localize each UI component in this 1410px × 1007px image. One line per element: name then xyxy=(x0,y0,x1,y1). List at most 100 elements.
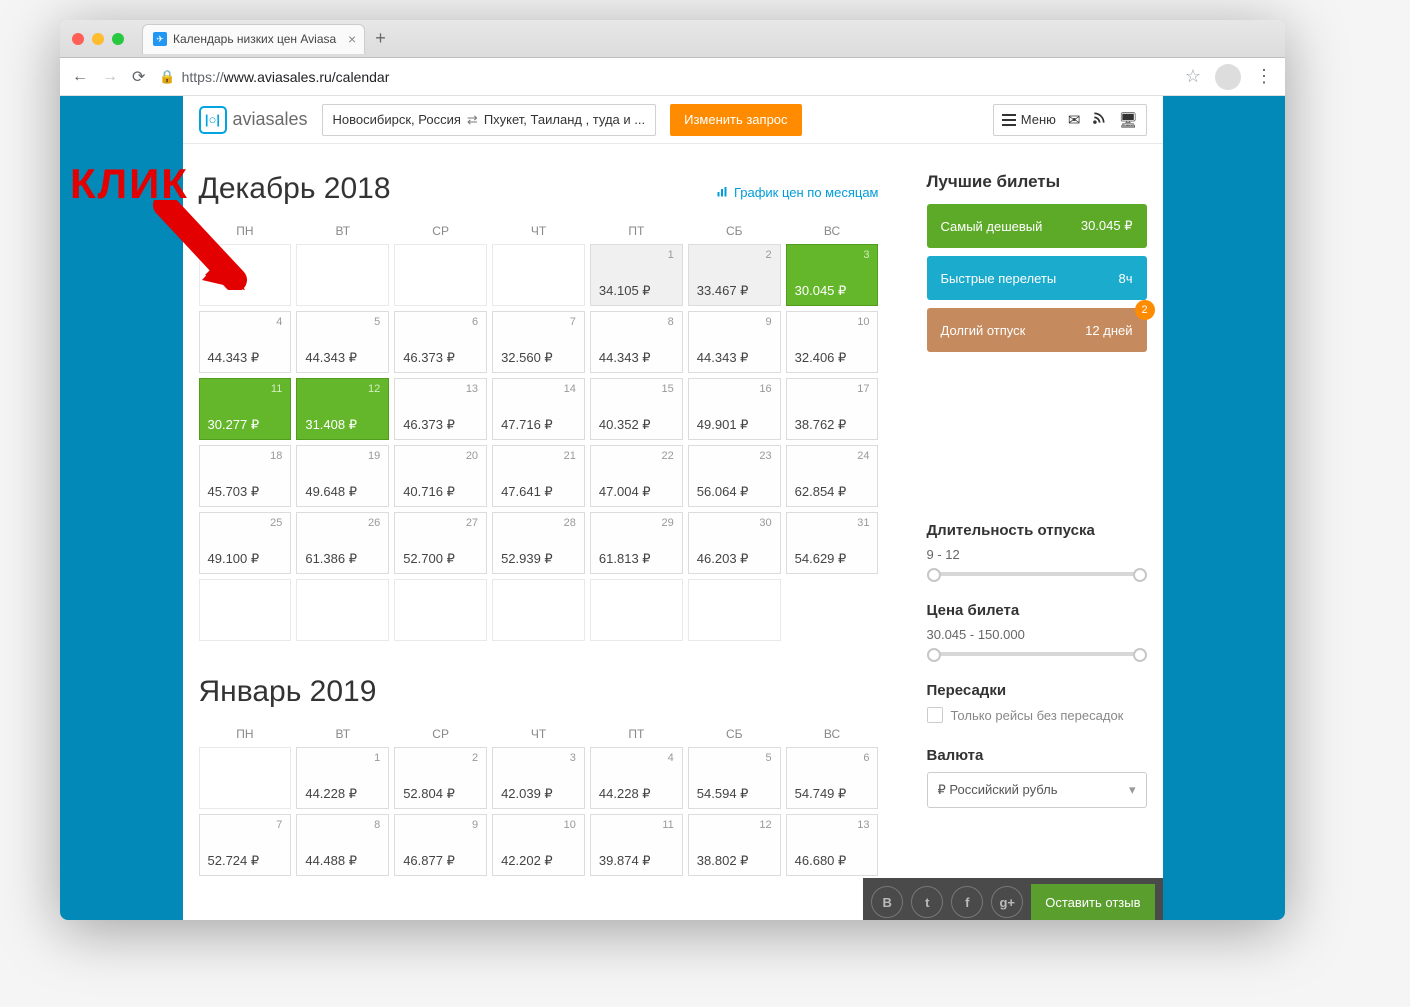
calendar-day-cell[interactable]: 444.228 ₽ xyxy=(590,747,683,809)
calendar-day-cell[interactable]: 554.594 ₽ xyxy=(688,747,781,809)
calendar-day-cell[interactable]: 252.804 ₽ xyxy=(394,747,487,809)
calendar-day-cell[interactable]: 1139.874 ₽ xyxy=(590,814,683,876)
calendar-day-cell[interactable]: 2356.064 ₽ xyxy=(688,445,781,507)
ticket-cheapest[interactable]: Самый дешевый 30.045 ₽ xyxy=(927,204,1147,248)
social-vk-icon[interactable]: B xyxy=(871,886,903,918)
ticket-fast-label: Быстрые перелеты xyxy=(941,271,1057,286)
calculator-icon[interactable]: 🖥 xyxy=(1118,111,1137,129)
bookmark-star-icon[interactable]: ☆ xyxy=(1185,66,1201,87)
calendar-day-cell[interactable]: 2661.386 ₽ xyxy=(296,512,389,574)
calendar-day-cell[interactable]: 1447.716 ₽ xyxy=(492,378,585,440)
calendar-day-cell[interactable]: 1649.901 ₽ xyxy=(688,378,781,440)
calendar-day-cell[interactable]: 3046.203 ₽ xyxy=(688,512,781,574)
calendar-day-cell[interactable]: 2852.939 ₽ xyxy=(492,512,585,574)
calendar-day-cell[interactable]: 1949.648 ₽ xyxy=(296,445,389,507)
day-price: 56.064 ₽ xyxy=(697,484,749,500)
calendar-day-cell[interactable]: 752.724 ₽ xyxy=(199,814,292,876)
logo-icon: |○| xyxy=(199,106,227,134)
new-tab-button[interactable]: + xyxy=(375,28,386,49)
swap-icon: ⇄ xyxy=(467,112,478,128)
calendar-day-cell[interactable]: 3154.629 ₽ xyxy=(786,512,879,574)
calendar-day-cell[interactable]: 944.343 ₽ xyxy=(688,311,781,373)
weekday-label: ВС xyxy=(786,727,879,741)
window-minimize-button[interactable] xyxy=(92,33,104,45)
calendar-day-cell[interactable]: 2462.854 ₽ xyxy=(786,445,879,507)
calendar-day-cell[interactable]: 1032.406 ₽ xyxy=(786,311,879,373)
calendar-day-cell[interactable]: 1845.703 ₽ xyxy=(199,445,292,507)
calendar-day-cell[interactable]: 844.343 ₽ xyxy=(590,311,683,373)
calendar-day-cell[interactable]: 233.467 ₽ xyxy=(688,244,781,306)
calendar-day-cell[interactable]: 134.105 ₽ xyxy=(590,244,683,306)
direct-only-checkbox[interactable]: Только рейсы без пересадок xyxy=(927,707,1147,723)
weekday-label: ПН xyxy=(199,727,292,741)
calendar-day-cell[interactable]: 2040.716 ₽ xyxy=(394,445,487,507)
calendar-day-cell[interactable]: 946.877 ₽ xyxy=(394,814,487,876)
price-chart-link[interactable]: График цен по месяцам xyxy=(716,185,879,200)
calendar-day-cell[interactable]: 1042.202 ₽ xyxy=(492,814,585,876)
browser-tab[interactable]: ✈ Календарь низких цен Aviasa × xyxy=(142,24,365,54)
day-price: 42.039 ₽ xyxy=(501,786,553,802)
ticket-long[interactable]: Долгий отпуск 12 дней 2 xyxy=(927,308,1147,352)
calendar-day-cell[interactable]: 342.039 ₽ xyxy=(492,747,585,809)
logo[interactable]: |○| aviasales xyxy=(199,106,308,134)
day-price: 61.386 ₽ xyxy=(305,551,357,567)
feedback-button[interactable]: Оставить отзыв xyxy=(1031,884,1154,920)
calendar-day-cell[interactable]: 2752.700 ₽ xyxy=(394,512,487,574)
calendar-day-cell[interactable]: 330.045 ₽ xyxy=(786,244,879,306)
calendar-day-cell[interactable]: 2147.641 ₽ xyxy=(492,445,585,507)
duration-slider[interactable] xyxy=(927,568,1147,578)
day-number: 10 xyxy=(857,316,869,328)
day-number: 21 xyxy=(564,450,576,462)
tab-close-icon[interactable]: × xyxy=(348,31,356,47)
mail-icon[interactable]: ✉ xyxy=(1068,111,1081,129)
calendar-day-cell[interactable]: 2247.004 ₽ xyxy=(590,445,683,507)
calendar-day-cell[interactable]: 1130.277 ₽ xyxy=(199,378,292,440)
calendar-day-cell[interactable]: 1346.373 ₽ xyxy=(394,378,487,440)
window-close-button[interactable] xyxy=(72,33,84,45)
ticket-long-value: 12 дней xyxy=(1085,323,1132,338)
ticket-cheapest-label: Самый дешевый xyxy=(941,219,1043,234)
calendar-day-cell[interactable]: 1346.680 ₽ xyxy=(786,814,879,876)
window-maximize-button[interactable] xyxy=(112,33,124,45)
browser-menu-icon[interactable]: ⋮ xyxy=(1255,66,1273,87)
reload-button[interactable]: ⟳ xyxy=(132,67,145,87)
calendar-day-cell[interactable]: 2549.100 ₽ xyxy=(199,512,292,574)
ticket-fast[interactable]: Быстрые перелеты 8ч xyxy=(927,256,1147,300)
route-input[interactable]: Новосибирск, Россия ⇄ Пхукет, Таиланд , … xyxy=(322,104,657,136)
rss-icon[interactable] xyxy=(1092,111,1106,129)
calendar-day-cell[interactable]: 144.228 ₽ xyxy=(296,747,389,809)
day-number: 12 xyxy=(368,383,380,395)
day-price: 54.629 ₽ xyxy=(795,551,847,567)
social-twitter-icon[interactable]: t xyxy=(911,886,943,918)
calendar-day-cell[interactable]: 544.343 ₽ xyxy=(296,311,389,373)
calendar-day-cell[interactable]: 444.343 ₽ xyxy=(199,311,292,373)
calendar-day-cell[interactable]: 646.373 ₽ xyxy=(394,311,487,373)
calendar-day-cell[interactable]: 844.488 ₽ xyxy=(296,814,389,876)
profile-avatar[interactable] xyxy=(1215,64,1241,90)
calendar-day-cell[interactable]: 2961.813 ₽ xyxy=(590,512,683,574)
calendar-day-cell[interactable]: 1540.352 ₽ xyxy=(590,378,683,440)
ticket-fast-value: 8ч xyxy=(1118,271,1132,286)
main-content: Декабрь 2018График цен по месяцамПНВТСРЧ… xyxy=(183,144,1163,920)
forward-button[interactable]: → xyxy=(102,68,118,86)
calendar-day-cell[interactable]: 1738.762 ₽ xyxy=(786,378,879,440)
address-bar[interactable]: 🔒 https://www.aviasales.ru/calendar xyxy=(159,69,1170,85)
social-facebook-icon[interactable]: f xyxy=(951,886,983,918)
calendar-day-cell[interactable]: 654.749 ₽ xyxy=(786,747,879,809)
day-number: 11 xyxy=(271,383,282,395)
day-price: 40.352 ₽ xyxy=(599,417,651,433)
change-search-button[interactable]: Изменить запрос xyxy=(670,104,801,136)
calendar-day-cell[interactable]: 1238.802 ₽ xyxy=(688,814,781,876)
back-button[interactable]: ← xyxy=(72,68,88,86)
calendar-day-cell[interactable]: 732.560 ₽ xyxy=(492,311,585,373)
menu-button[interactable]: Меню xyxy=(1002,112,1056,127)
weekday-label: СБ xyxy=(688,727,781,741)
day-price: 44.343 ₽ xyxy=(305,350,357,366)
day-number: 25 xyxy=(270,517,282,529)
day-number: 30 xyxy=(759,517,771,529)
price-slider[interactable] xyxy=(927,648,1147,658)
social-gplus-icon[interactable]: g+ xyxy=(991,886,1023,918)
currency-select[interactable]: ₽ Российский рубль xyxy=(927,772,1147,808)
day-price: 49.648 ₽ xyxy=(305,484,357,500)
calendar-day-cell[interactable]: 1231.408 ₽ xyxy=(296,378,389,440)
